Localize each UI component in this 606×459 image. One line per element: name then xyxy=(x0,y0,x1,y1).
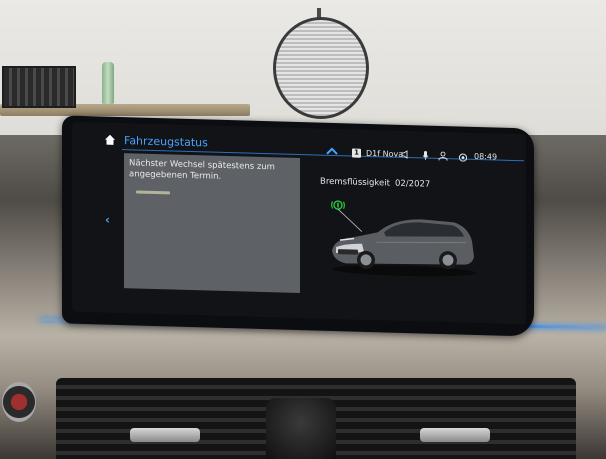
start-stop-button[interactable] xyxy=(2,382,36,422)
service-item-date: 02/2027 xyxy=(394,178,431,190)
center-control[interactable] xyxy=(266,398,336,459)
sim-badge: 1 xyxy=(352,148,361,158)
chevron-left-icon[interactable]: ‹ xyxy=(105,213,110,227)
home-icon[interactable] xyxy=(104,134,116,146)
wall-crate xyxy=(2,66,76,108)
page-title: Fahrzeugstatus xyxy=(124,134,208,150)
vent-knob-left[interactable] xyxy=(130,428,200,442)
clock: 08:49 xyxy=(474,151,498,162)
service-item-label: Bremsflüssigkeit xyxy=(320,176,390,189)
speaker-icon[interactable] xyxy=(401,150,410,159)
wall-bottle xyxy=(102,62,114,104)
service-item[interactable]: Bremsflüssigkeit 02/2027 xyxy=(320,177,430,190)
user-icon[interactable] xyxy=(438,151,448,161)
infotainment-screen: Fahrzeugstatus 1 D1f Nova 08:49 ‹ Nächst… xyxy=(72,121,526,325)
wall-disc xyxy=(273,17,369,119)
message-highlight xyxy=(136,190,170,195)
vent-knob-right[interactable] xyxy=(420,428,490,442)
carrier-name: D1f Nova xyxy=(366,148,404,159)
message-text: Nächster Wechsel spätestens zum angegebe… xyxy=(129,158,275,182)
mic-icon[interactable] xyxy=(422,150,429,161)
car-image xyxy=(332,219,476,277)
chevron-up-icon[interactable] xyxy=(326,147,338,155)
message-panel[interactable]: Nächster Wechsel spätestens zum angegebe… xyxy=(124,153,300,294)
connected-icon[interactable] xyxy=(458,152,468,162)
